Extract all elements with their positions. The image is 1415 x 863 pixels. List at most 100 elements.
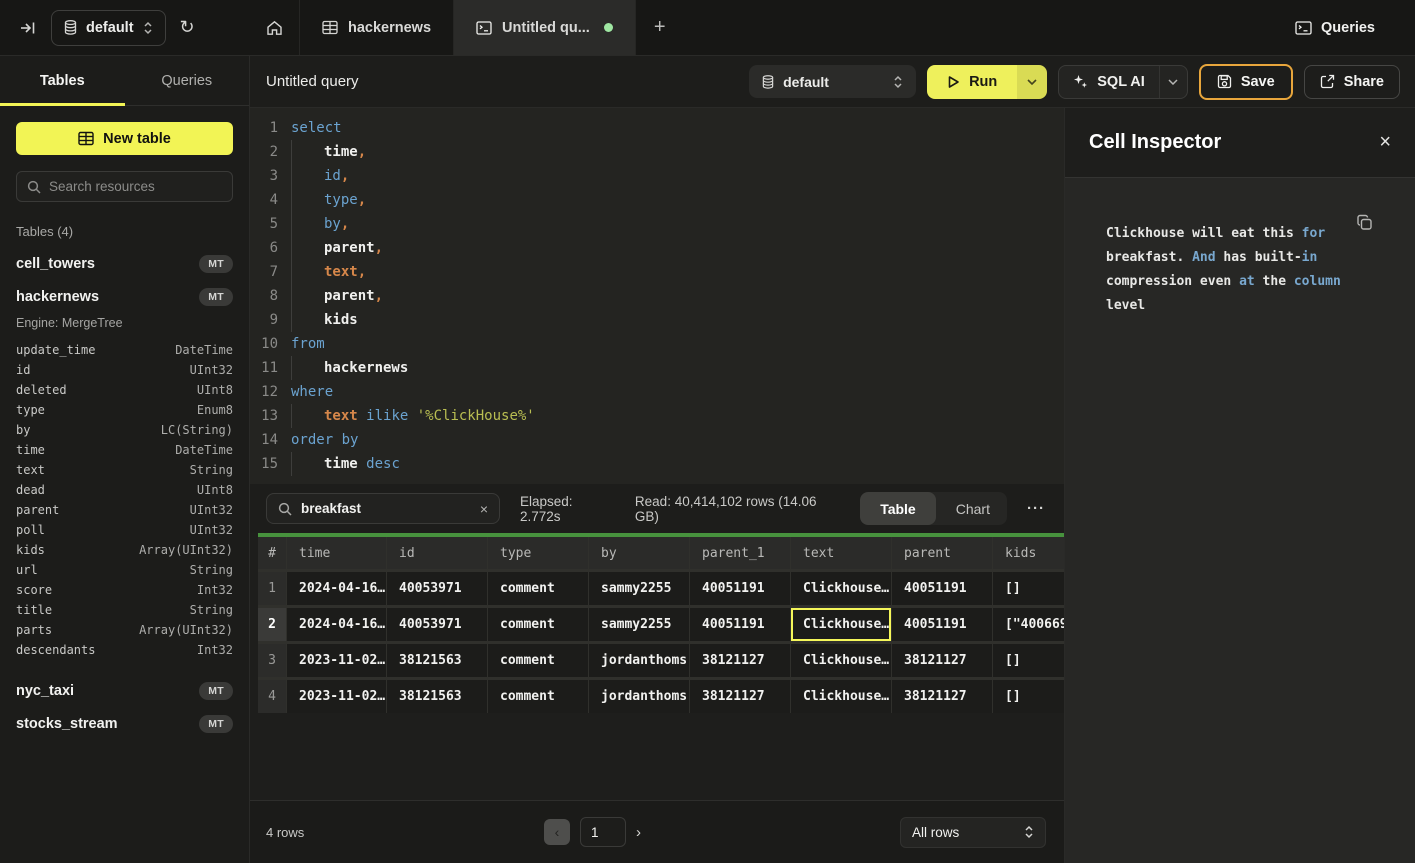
table-item-hackernews[interactable]: hackernews MT — [16, 280, 233, 313]
column-type: UInt32 — [190, 523, 233, 537]
results-filter-input[interactable] — [301, 501, 471, 516]
refresh-icon[interactable]: ↻ — [180, 17, 195, 38]
column-type: LC(String) — [161, 423, 233, 437]
column-row: idUInt32 — [16, 360, 233, 380]
column-header-rownum[interactable]: # — [258, 537, 286, 569]
column-header-parent_1[interactable]: parent_1 — [690, 537, 790, 569]
data-cell[interactable]: ["40066964… — [993, 608, 1064, 641]
data-cell[interactable]: Clickhouse… — [791, 608, 891, 641]
page-number-input[interactable] — [580, 817, 626, 847]
data-cell[interactable]: 38121127 — [892, 680, 992, 713]
data-cell[interactable]: [] — [993, 572, 1064, 605]
next-page-button[interactable]: › — [636, 824, 641, 841]
inspector-line: Clickhouse will eat this for — [1106, 222, 1371, 246]
data-cell[interactable]: sammy2255 — [589, 608, 689, 641]
data-cell[interactable]: comment — [488, 680, 588, 713]
sidebar-tab-queries[interactable]: Queries — [125, 56, 250, 105]
column-header-type[interactable]: type — [488, 537, 588, 569]
data-cell[interactable]: comment — [488, 644, 588, 677]
query-database-selector[interactable]: default — [749, 65, 916, 98]
data-cell[interactable]: 40051191 — [690, 572, 790, 605]
copy-icon[interactable] — [1356, 214, 1373, 231]
data-cell[interactable]: 38121127 — [892, 644, 992, 677]
database-icon — [64, 20, 77, 35]
data-cell[interactable]: 38121127 — [690, 680, 790, 713]
sqlai-button[interactable]: SQL AI — [1059, 66, 1159, 98]
line-number: 11 — [250, 360, 278, 376]
data-cell[interactable]: 40051191 — [690, 608, 790, 641]
collapse-sidebar-icon[interactable] — [20, 20, 37, 36]
code-token: hackernews — [324, 360, 408, 376]
clear-search-icon[interactable]: × — [480, 501, 488, 517]
data-cell[interactable]: Clickhouse… — [791, 644, 891, 677]
prev-page-button[interactable]: ‹ — [544, 819, 570, 845]
search-resources-input[interactable] — [49, 179, 222, 194]
row-number-cell[interactable]: 3 — [258, 644, 286, 677]
column-header-time[interactable]: time — [287, 537, 386, 569]
data-cell[interactable]: comment — [488, 572, 588, 605]
share-button[interactable]: Share — [1304, 65, 1400, 99]
tab-home[interactable] — [250, 0, 300, 55]
data-cell[interactable]: jordanthoms — [589, 644, 689, 677]
sqlai-dropdown[interactable] — [1159, 66, 1187, 98]
column-header-id[interactable]: id — [387, 537, 487, 569]
chevron-updown-icon — [143, 21, 153, 35]
column-name: title — [16, 603, 52, 617]
column-header-kids[interactable]: kids — [993, 537, 1064, 569]
row-number-cell[interactable]: 1 — [258, 572, 286, 605]
column-header-by[interactable]: by — [589, 537, 689, 569]
sidebar-search[interactable] — [16, 171, 233, 202]
data-cell[interactable]: 38121563 — [387, 644, 487, 677]
results-more-icon[interactable]: ··· — [1027, 500, 1045, 517]
sql-editor[interactable]: 1select2time,3id,4type,5by,6parent,7text… — [250, 108, 1064, 484]
data-cell[interactable]: Clickhouse… — [791, 572, 891, 605]
data-cell[interactable]: 2023-11-02… — [287, 680, 386, 713]
query-console-icon — [476, 21, 492, 35]
data-cell[interactable]: 40051191 — [892, 608, 992, 641]
queries-button[interactable]: Queries — [1295, 0, 1415, 55]
indent-guide — [291, 140, 324, 164]
data-cell[interactable]: 2024-04-16… — [287, 608, 386, 641]
cell-inspector-panel: Cell Inspector × Clickhouse will eat thi… — [1064, 108, 1415, 863]
data-cell[interactable]: sammy2255 — [589, 572, 689, 605]
table-item-cell-towers[interactable]: cell_towers MT — [16, 247, 233, 280]
column-name: update_time — [16, 343, 95, 357]
run-options-dropdown[interactable] — [1017, 65, 1047, 99]
save-button[interactable]: Save — [1199, 64, 1293, 100]
page-size-select[interactable]: All rows — [900, 817, 1046, 848]
data-cell[interactable]: 2023-11-02… — [287, 644, 386, 677]
data-cell[interactable]: 38121563 — [387, 680, 487, 713]
tab-strip: hackernews Untitled qu... + — [250, 0, 1295, 55]
data-cell[interactable]: Clickhouse… — [791, 680, 891, 713]
data-cell[interactable]: 2024-04-16… — [287, 572, 386, 605]
database-selector[interactable]: default — [51, 10, 166, 46]
data-cell[interactable]: [] — [993, 644, 1064, 677]
data-cell[interactable]: 40051191 — [892, 572, 992, 605]
data-cell[interactable]: [] — [993, 680, 1064, 713]
active-tab-underline — [0, 103, 125, 106]
row-number-cell[interactable]: 4 — [258, 680, 286, 713]
new-table-button[interactable]: New table — [16, 122, 233, 155]
row-number-cell[interactable]: 2 — [258, 608, 286, 641]
data-cell[interactable]: 38121127 — [690, 644, 790, 677]
tab-hackernews[interactable]: hackernews — [300, 0, 454, 55]
close-icon[interactable]: × — [1379, 131, 1391, 154]
tab-untitled-query[interactable]: Untitled qu... — [454, 0, 636, 55]
column-header-parent[interactable]: parent — [892, 537, 992, 569]
data-cell[interactable]: 40053971 — [387, 572, 487, 605]
run-button[interactable]: Run — [927, 65, 1017, 99]
data-cell[interactable]: comment — [488, 608, 588, 641]
table-item-nyc-taxi[interactable]: nyc_taxi MT — [16, 674, 233, 707]
line-number: 1 — [250, 120, 278, 136]
sidebar-tab-tables[interactable]: Tables — [0, 56, 125, 105]
view-chart-button[interactable]: Chart — [936, 492, 1007, 525]
table-item-stocks-stream[interactable]: stocks_stream MT — [16, 707, 233, 740]
results-search[interactable]: × — [266, 493, 500, 524]
new-tab-button[interactable]: + — [636, 0, 684, 55]
data-cell[interactable]: 40053971 — [387, 608, 487, 641]
data-cell[interactable]: jordanthoms — [589, 680, 689, 713]
column-name: parent — [16, 503, 59, 517]
column-row: byLC(String) — [16, 420, 233, 440]
view-table-button[interactable]: Table — [860, 492, 936, 525]
column-header-text[interactable]: text — [791, 537, 891, 569]
